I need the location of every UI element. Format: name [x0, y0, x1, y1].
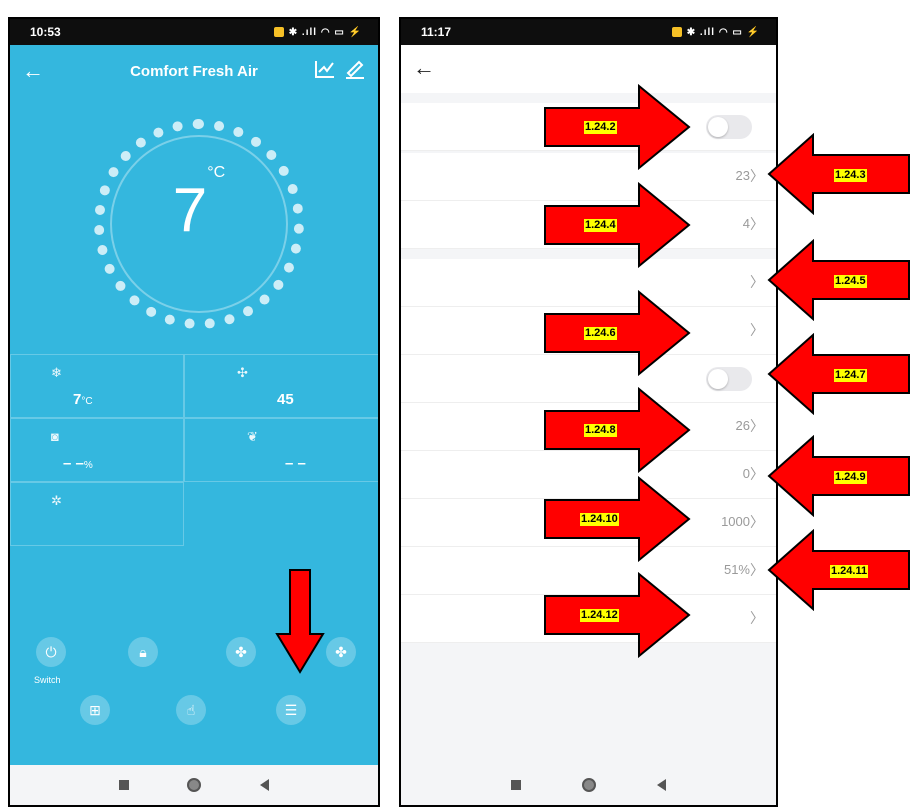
signal-battery-icon: ✱ .ıll ◠ ▭ ⚡ [686, 26, 760, 38]
toggle-switch[interactable] [706, 367, 752, 391]
filter-unit: % [83, 460, 93, 471]
filter-value: – – [63, 455, 84, 472]
toggle-switch[interactable] [706, 115, 752, 139]
system-nav-bar [10, 765, 378, 805]
mode-icon: ✲ [51, 493, 62, 508]
annotation-arrow-right [544, 290, 691, 376]
system-nav-bar [401, 765, 776, 805]
status-time: 11:17 [421, 25, 452, 39]
annotation-arrow-right [544, 182, 691, 268]
leaf-icon: ❦ [247, 429, 258, 444]
lock-button[interactable]: 🔒︎ [128, 637, 158, 667]
signal-battery-icon: ✱ .ıll ◠ ▭ ⚡ [288, 26, 362, 38]
status-icons: ✱ .ıll ◠ ▭ ⚡ [273, 26, 362, 38]
chevron-right-icon: 〉 [750, 274, 764, 290]
annotation-arrow-right [544, 387, 691, 473]
annotation-label: 1.24.3 [834, 169, 867, 182]
manual-button[interactable]: ☝︎ [176, 695, 206, 725]
temperature-unit: °C [81, 396, 93, 407]
info-cell-filter: ◙ – –% [10, 418, 184, 482]
dial-temperature: 7°C [94, 164, 304, 246]
home-icon[interactable] [581, 778, 596, 792]
back-icon[interactable] [259, 779, 269, 791]
chevron-right-icon: 〉 [750, 216, 764, 232]
status-bar: 10:53 ✱ .ıll ◠ ▭ ⚡ [10, 19, 378, 45]
fan-button[interactable]: ✤ [226, 637, 256, 667]
left-phone-screen: 10:53 ✱ .ıll ◠ ▭ ⚡ ← Comfort Fresh Air 7… [8, 17, 380, 807]
fan-value: 45 [277, 391, 294, 408]
chevron-right-icon: 〉 [750, 168, 764, 184]
status-bar: 11:17 ✱ .ıll ◠ ▭ ⚡ [401, 19, 776, 45]
app-header: ← Comfort Fresh Air [10, 45, 378, 101]
row-value: 23 [735, 168, 750, 183]
switch-label: Switch [34, 675, 61, 685]
row-value: 1000 [721, 514, 750, 529]
home-icon[interactable] [187, 778, 202, 792]
chevron-right-icon: 〉 [750, 322, 764, 338]
annotation-label: 1.24.10 [580, 513, 619, 526]
humidity-icon: ❄ [51, 365, 62, 380]
chevron-right-icon: 〉 [750, 418, 764, 434]
row-value: 51% [723, 562, 750, 577]
notification-icon [671, 27, 682, 37]
fan-speed-icon: ✣ [237, 365, 248, 380]
annotation-label: 1.24.2 [584, 121, 617, 134]
chevron-right-icon: 〉 [750, 562, 764, 578]
annotation-label: 1.24.8 [584, 424, 617, 437]
power-button[interactable]: ⏻ [36, 637, 66, 667]
fan-mode-button[interactable]: ✤ [326, 637, 356, 667]
annotation-label: 1.24.5 [834, 275, 867, 288]
info-cell-mode: ✲ [10, 482, 184, 546]
leaf-value: – – [285, 455, 306, 472]
edit-icon[interactable] [344, 59, 366, 84]
info-cell-temperature: ❄ 7°C [10, 354, 184, 418]
chevron-right-icon: 〉 [750, 466, 764, 482]
row-value: 4 [742, 216, 750, 231]
temperature-dial: 7°C [94, 119, 304, 329]
row-value: 0 [742, 466, 750, 481]
annotation-label: 1.24.4 [584, 219, 617, 232]
recents-icon[interactable] [511, 780, 522, 790]
info-cell-fan: ✣ 45 [184, 354, 378, 418]
annotation-label: 1.24.7 [834, 369, 867, 382]
dial-temp-unit: °C [207, 164, 226, 182]
status-icons: ✱ .ıll ◠ ▭ ⚡ [671, 26, 760, 38]
notification-icon [273, 27, 284, 37]
info-cell-leaf: ❦ – – [184, 418, 378, 482]
chevron-right-icon: 〉 [750, 514, 764, 530]
annotation-label: 1.24.9 [834, 471, 867, 484]
chart-icon[interactable] [314, 59, 336, 84]
annotation-label: 1.24.12 [580, 609, 619, 622]
annotation-label: 1.24.11 [830, 565, 869, 578]
status-time: 10:53 [30, 25, 61, 39]
annotation-label: 1.24.6 [584, 327, 617, 340]
chevron-right-icon: 〉 [750, 610, 764, 626]
settings-button[interactable]: ☰ [276, 695, 306, 725]
back-icon[interactable] [656, 779, 666, 791]
filter-icon: ◙ [51, 429, 59, 444]
annotation-arrow-right [544, 84, 691, 170]
row-value: 26 [735, 418, 750, 433]
down-arrow-annotation [275, 569, 325, 674]
back-arrow-icon[interactable]: ← [413, 55, 435, 81]
modes-button[interactable]: ⊞ [80, 695, 110, 725]
recents-icon[interactable] [119, 780, 130, 790]
dial-temp-value: 7 [172, 176, 208, 245]
